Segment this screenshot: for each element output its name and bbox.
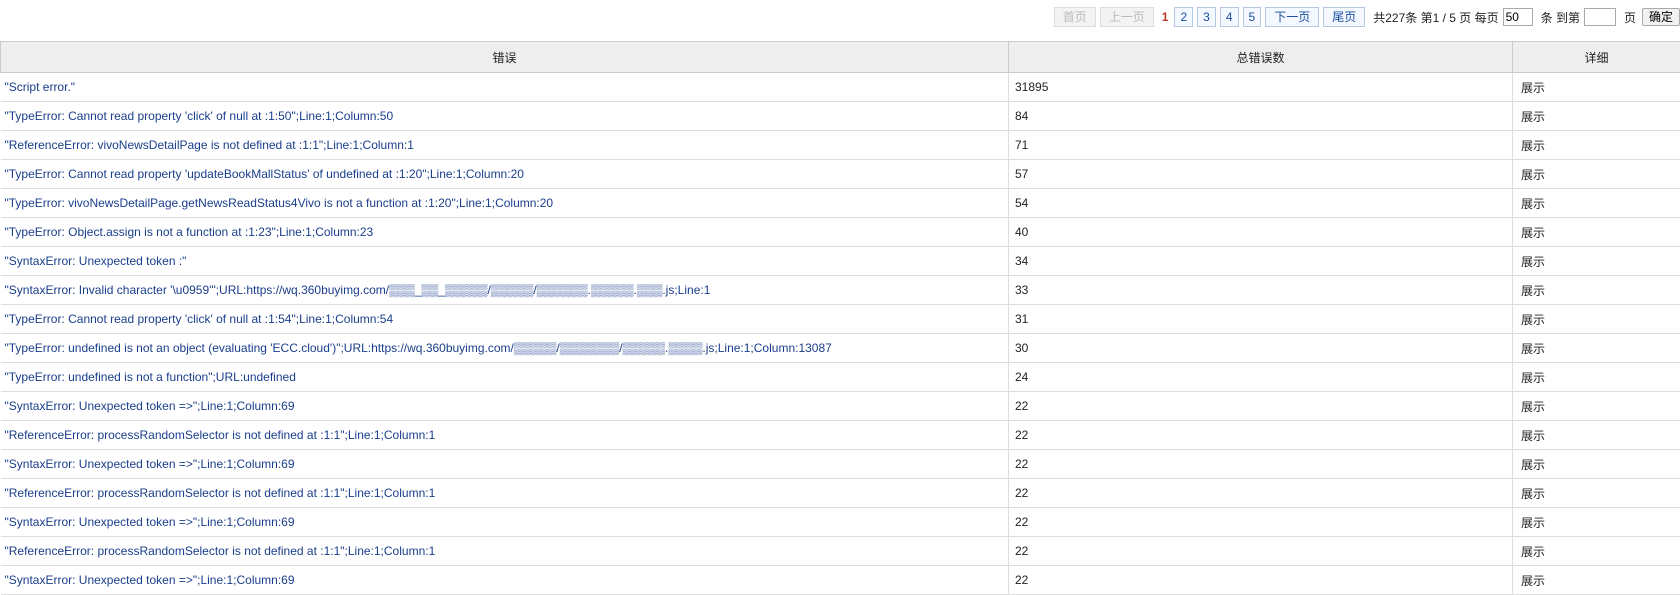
pager-summary: 共227条 第1 / 5 页 每页 (1373, 9, 1498, 26)
error-message-link[interactable]: "TypeError: Cannot read property 'click'… (1, 305, 1009, 334)
show-detail-link[interactable]: 展示 (1513, 479, 1680, 508)
error-message-link[interactable]: "ReferenceError: vivoNewsDetailPage is n… (1, 131, 1009, 160)
error-message-link[interactable]: "SyntaxError: Unexpected token =>";Line:… (1, 450, 1009, 479)
table-row: "TypeError: vivoNewsDetailPage.getNewsRe… (1, 189, 1680, 218)
error-count: 22 (1009, 508, 1513, 537)
show-detail-link[interactable]: 展示 (1513, 334, 1680, 363)
error-message-link[interactable]: "ReferenceError: processRandomSelector i… (1, 421, 1009, 450)
show-detail-link[interactable]: 展示 (1513, 363, 1680, 392)
table-row: "ReferenceError: processRandomSelector i… (1, 479, 1680, 508)
error-count: 22 (1009, 450, 1513, 479)
show-detail-link[interactable]: 展示 (1513, 566, 1680, 595)
table-row: "TypeError: Cannot read property 'click'… (1, 305, 1680, 334)
table-body: "Script error."31895展示"TypeError: Cannot… (1, 73, 1680, 595)
pagination-bar: 首页 上一页 1 2 3 4 5 下一页 尾页 共227条 第1 / 5 页 每… (1054, 7, 1680, 27)
table-row: "Script error."31895展示 (1, 73, 1680, 102)
show-detail-link[interactable]: 展示 (1513, 508, 1680, 537)
show-detail-link[interactable]: 展示 (1513, 537, 1680, 566)
error-count: 22 (1009, 537, 1513, 566)
show-detail-link[interactable]: 展示 (1513, 392, 1680, 421)
show-detail-link[interactable]: 展示 (1513, 189, 1680, 218)
error-count: 57 (1009, 160, 1513, 189)
last-page-button[interactable]: 尾页 (1323, 7, 1365, 27)
error-message-link[interactable]: "Script error." (1, 73, 1009, 102)
show-detail-link[interactable]: 展示 (1513, 450, 1680, 479)
error-count: 33 (1009, 276, 1513, 305)
error-count: 30 (1009, 334, 1513, 363)
table-row: "TypeError: undefined is not an object (… (1, 334, 1680, 363)
header-detail: 详细 (1513, 42, 1680, 73)
error-count: 40 (1009, 218, 1513, 247)
page-link-2[interactable]: 2 (1174, 7, 1193, 27)
error-count: 54 (1009, 189, 1513, 218)
prev-page-button[interactable]: 上一页 (1100, 7, 1154, 27)
show-detail-link[interactable]: 展示 (1513, 73, 1680, 102)
table-row: "ReferenceError: vivoNewsDetailPage is n… (1, 131, 1680, 160)
error-count: 24 (1009, 363, 1513, 392)
page-link-5[interactable]: 5 (1243, 7, 1262, 27)
error-message-link[interactable]: "TypeError: undefined is not an object (… (1, 334, 1009, 363)
error-message-link[interactable]: "TypeError: Cannot read property 'click'… (1, 102, 1009, 131)
error-count: 71 (1009, 131, 1513, 160)
error-message-link[interactable]: "SyntaxError: Unexpected token =>";Line:… (1, 508, 1009, 537)
error-count: 22 (1009, 566, 1513, 595)
table-row: "SyntaxError: Unexpected token =>";Line:… (1, 450, 1680, 479)
error-message-link[interactable]: "SyntaxError: Unexpected token =>";Line:… (1, 566, 1009, 595)
show-detail-link[interactable]: 展示 (1513, 276, 1680, 305)
error-count: 22 (1009, 392, 1513, 421)
error-message-link[interactable]: "TypeError: Object.assign is not a funct… (1, 218, 1009, 247)
header-total-count: 总错误数 (1009, 42, 1513, 73)
error-table: 错误 总错误数 详细 "Script error."31895展示"TypeEr… (0, 41, 1680, 595)
error-count: 31895 (1009, 73, 1513, 102)
show-detail-link[interactable]: 展示 (1513, 247, 1680, 276)
page-link-3[interactable]: 3 (1197, 7, 1216, 27)
header-error: 错误 (1, 42, 1009, 73)
error-count: 31 (1009, 305, 1513, 334)
page-link-4[interactable]: 4 (1220, 7, 1239, 27)
error-message-link[interactable]: "TypeError: undefined is not a function"… (1, 363, 1009, 392)
error-count: 22 (1009, 421, 1513, 450)
table-row: "SyntaxError: Invalid character '\u0959'… (1, 276, 1680, 305)
table-row: "SyntaxError: Unexpected token =>";Line:… (1, 392, 1680, 421)
table-row: "SyntaxError: Unexpected token :"34展示 (1, 247, 1680, 276)
table-row: "ReferenceError: processRandomSelector i… (1, 421, 1680, 450)
table-row: "TypeError: Cannot read property 'update… (1, 160, 1680, 189)
error-count: 22 (1009, 479, 1513, 508)
table-row: "TypeError: Cannot read property 'click'… (1, 102, 1680, 131)
error-message-link[interactable]: "SyntaxError: Unexpected token :" (1, 247, 1009, 276)
current-page-number: 1 (1162, 10, 1169, 24)
table-row: "TypeError: Object.assign is not a funct… (1, 218, 1680, 247)
show-detail-link[interactable]: 展示 (1513, 218, 1680, 247)
first-page-button[interactable]: 首页 (1054, 7, 1096, 27)
confirm-button[interactable]: 确定 (1642, 8, 1680, 26)
error-message-link[interactable]: "SyntaxError: Unexpected token =>";Line:… (1, 392, 1009, 421)
show-detail-link[interactable]: 展示 (1513, 160, 1680, 189)
error-message-link[interactable]: "ReferenceError: processRandomSelector i… (1, 479, 1009, 508)
show-detail-link[interactable]: 展示 (1513, 421, 1680, 450)
error-message-link[interactable]: "TypeError: Cannot read property 'update… (1, 160, 1009, 189)
error-message-link[interactable]: "ReferenceError: processRandomSelector i… (1, 537, 1009, 566)
error-count: 84 (1009, 102, 1513, 131)
error-message-link[interactable]: "TypeError: vivoNewsDetailPage.getNewsRe… (1, 189, 1009, 218)
table-row: "SyntaxError: Unexpected token =>";Line:… (1, 508, 1680, 537)
page-suffix-label: 页 (1624, 9, 1636, 26)
show-detail-link[interactable]: 展示 (1513, 131, 1680, 160)
per-page-input[interactable] (1503, 8, 1533, 26)
error-count: 34 (1009, 247, 1513, 276)
table-header-row: 错误 总错误数 详细 (1, 42, 1680, 73)
show-detail-link[interactable]: 展示 (1513, 102, 1680, 131)
table-row: "ReferenceError: processRandomSelector i… (1, 537, 1680, 566)
next-page-button[interactable]: 下一页 (1265, 7, 1319, 27)
error-message-link[interactable]: "SyntaxError: Invalid character '\u0959'… (1, 276, 1009, 305)
show-detail-link[interactable]: 展示 (1513, 305, 1680, 334)
pager-unit-label: 条 到第 (1541, 9, 1580, 26)
jump-page-input[interactable] (1584, 8, 1616, 26)
table-row: "TypeError: undefined is not a function"… (1, 363, 1680, 392)
table-row: "SyntaxError: Unexpected token =>";Line:… (1, 566, 1680, 595)
